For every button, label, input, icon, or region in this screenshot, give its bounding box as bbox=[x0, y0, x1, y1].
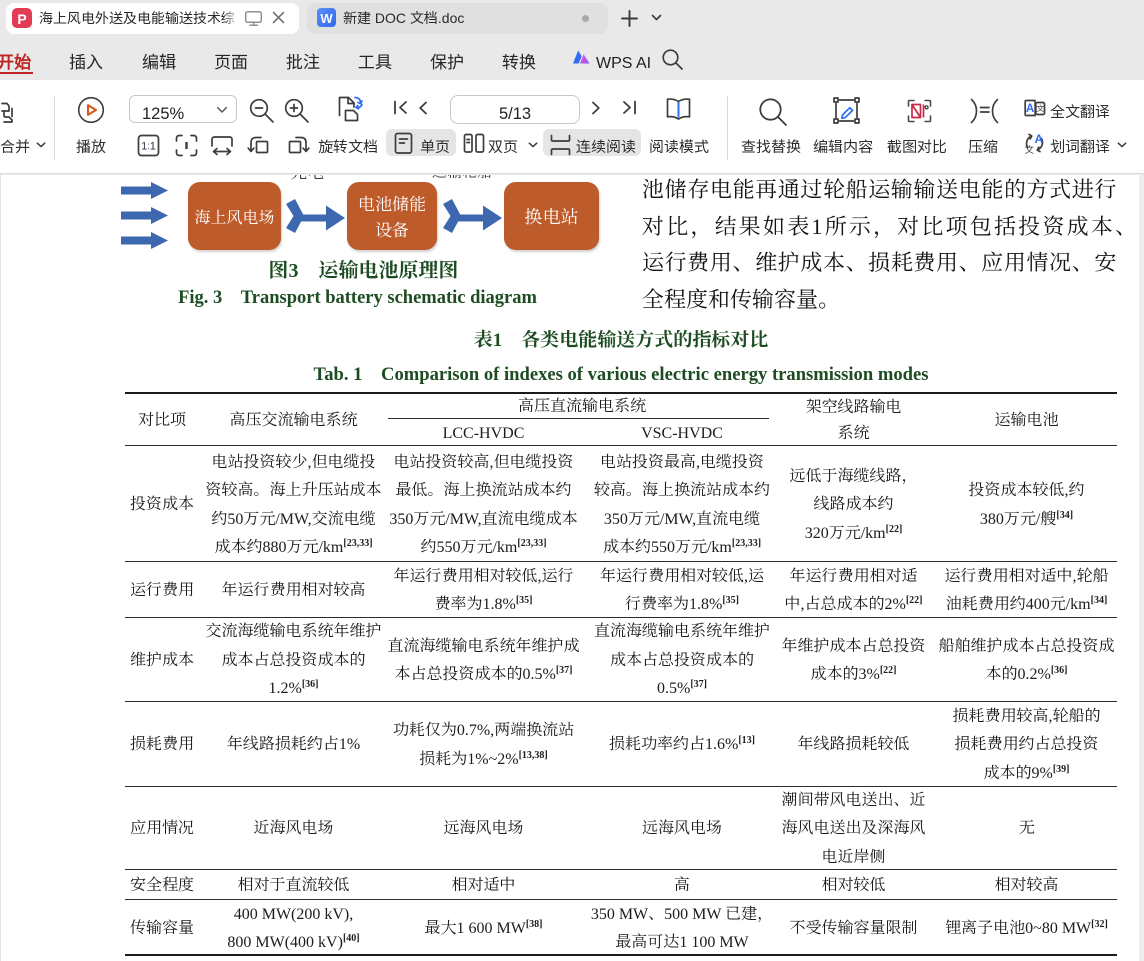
svg-text:文: 文 bbox=[1036, 104, 1045, 115]
svg-text:A: A bbox=[1034, 132, 1043, 146]
svg-text:文: 文 bbox=[1025, 142, 1035, 154]
svg-text:A: A bbox=[1026, 103, 1034, 115]
svg-text::: : bbox=[147, 141, 150, 152]
svg-text:1: 1 bbox=[150, 141, 156, 153]
